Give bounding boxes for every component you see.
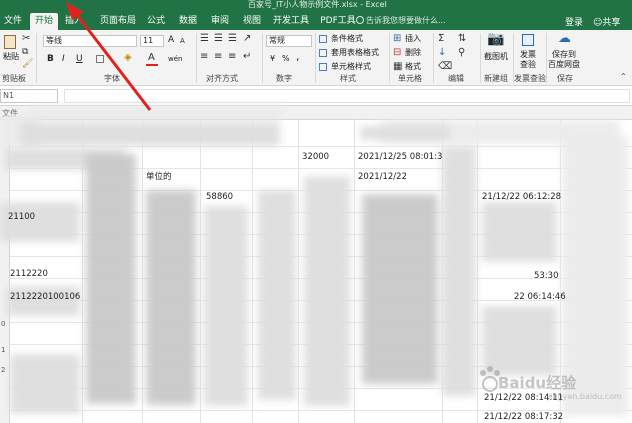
annotation-arrow — [66, 2, 152, 111]
arrow-shaft — [72, 10, 152, 111]
watermark-url: jingyan.baidu.com — [548, 392, 622, 401]
watermark-brand: Baidu经验 — [498, 374, 577, 392]
arrow-head — [66, 2, 84, 20]
